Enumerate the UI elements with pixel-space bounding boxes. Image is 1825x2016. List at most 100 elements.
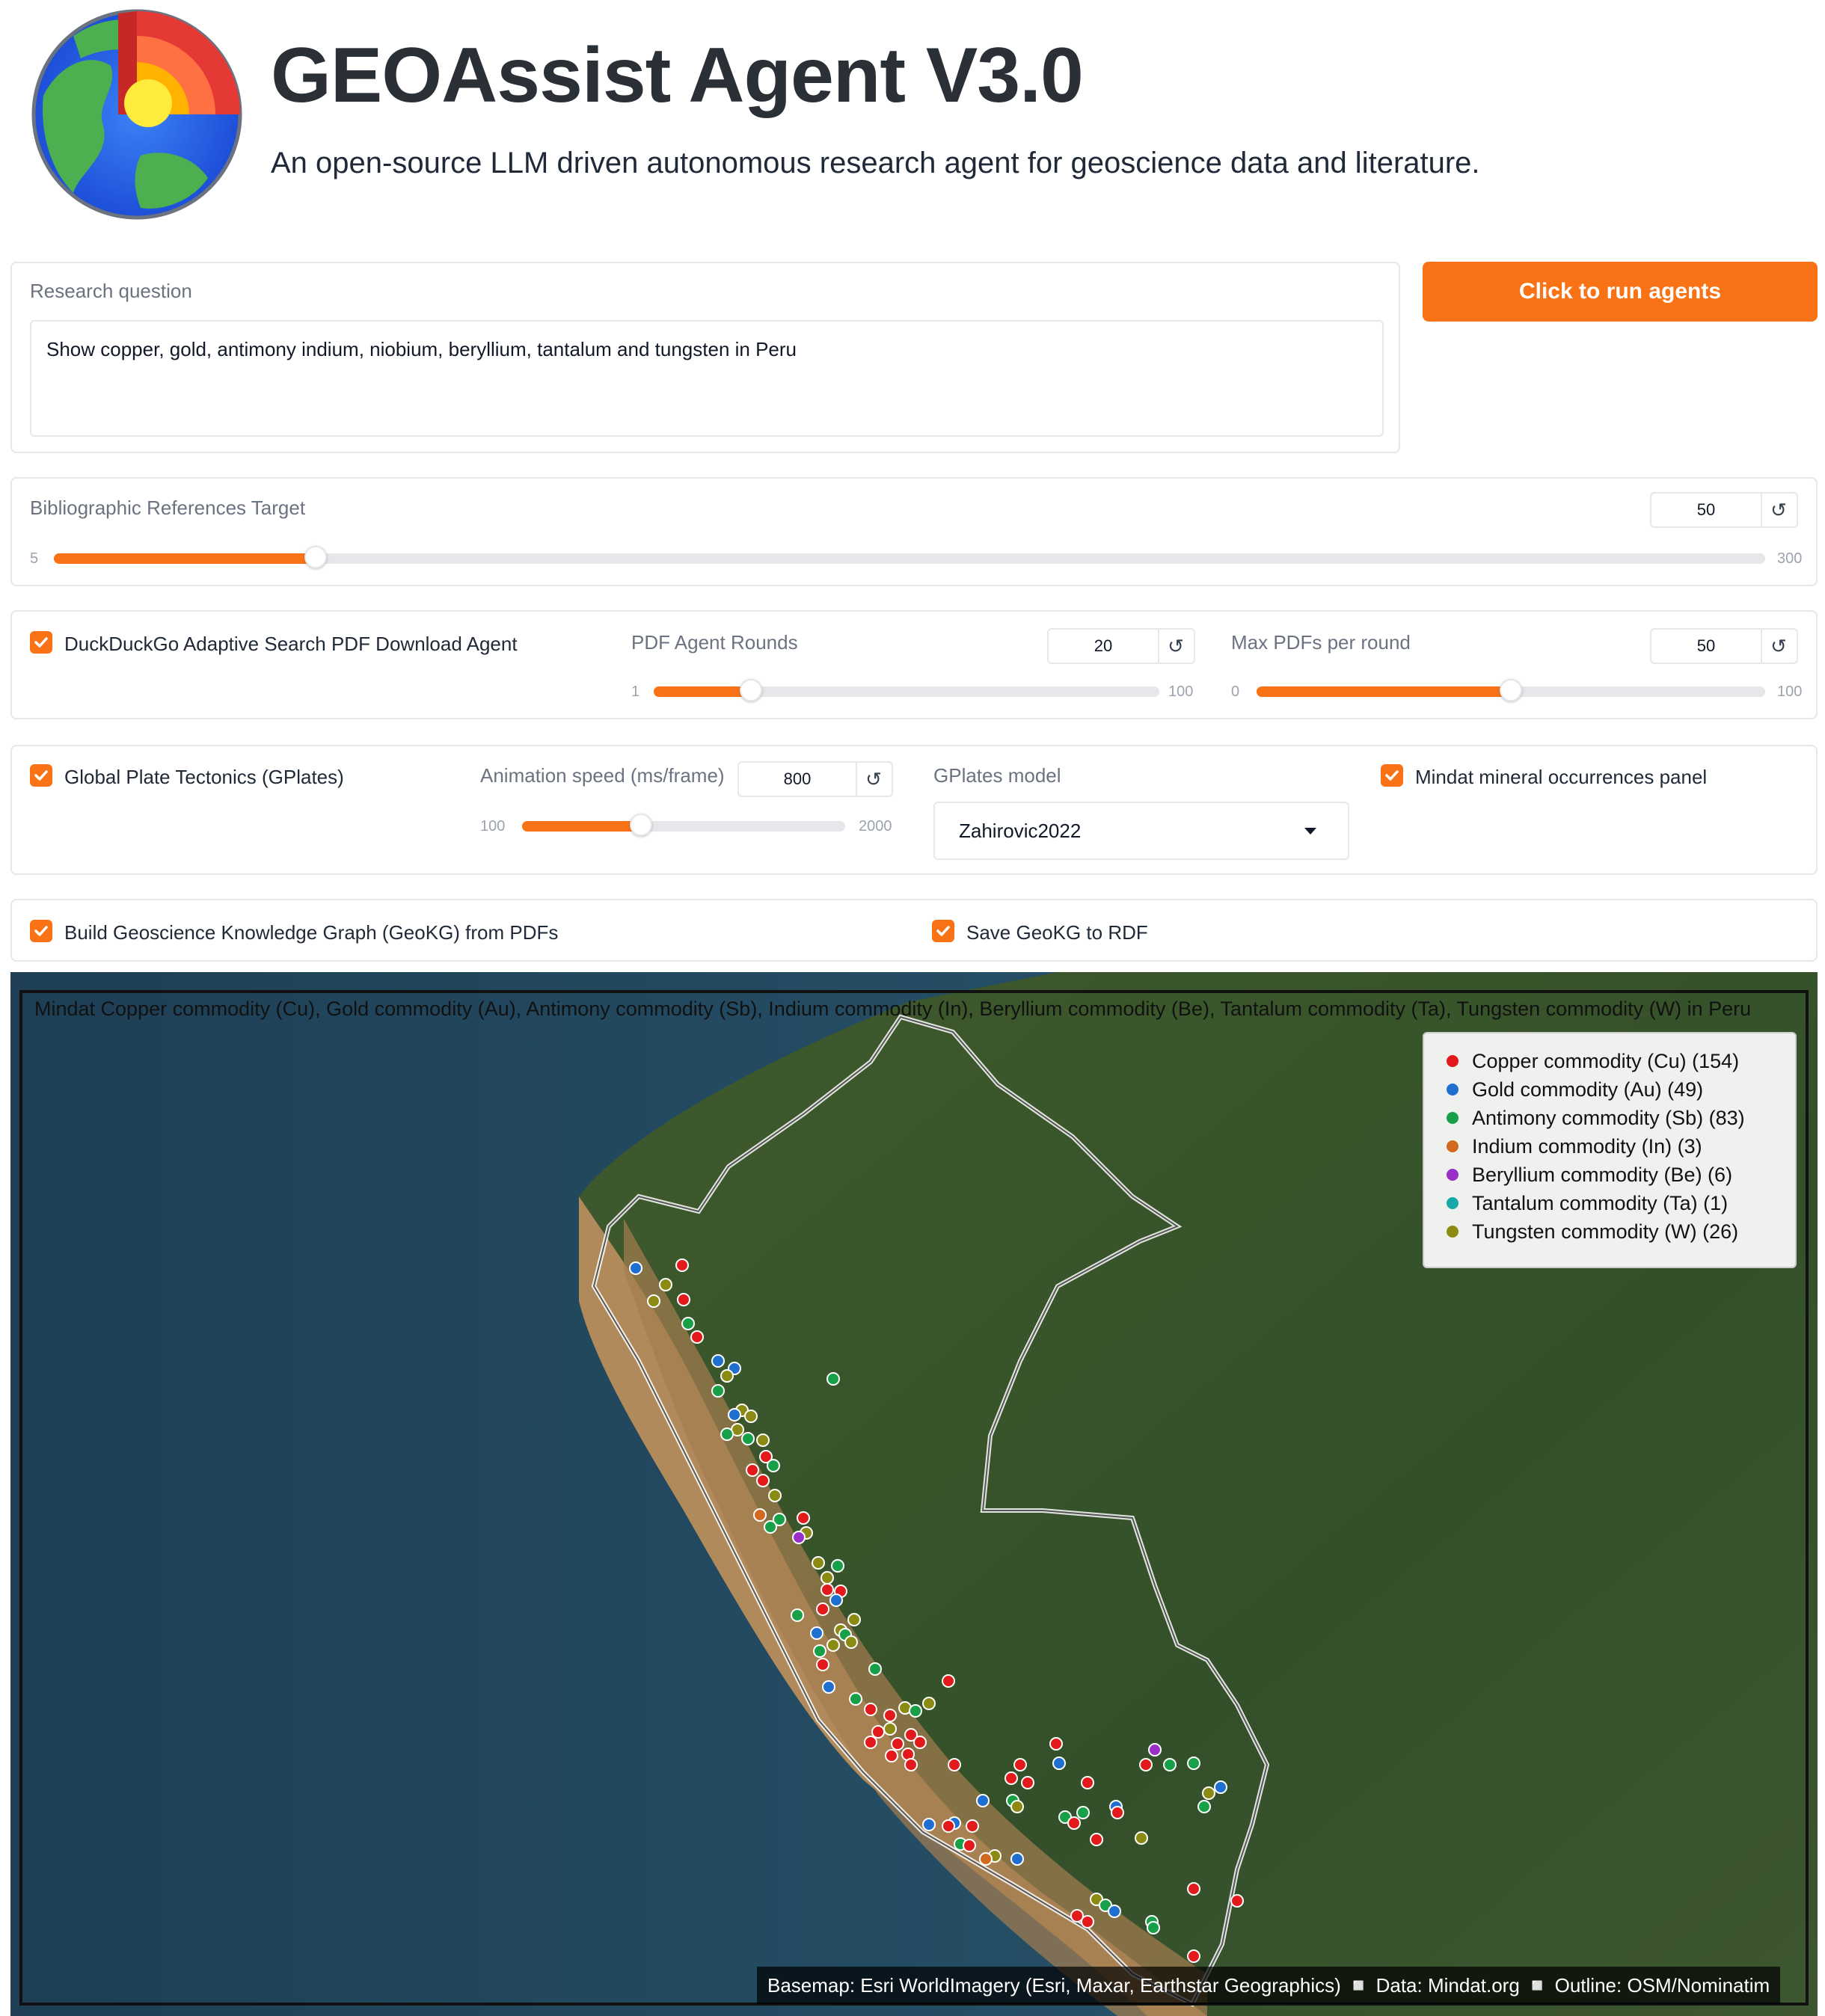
occurrence-marker[interactable] <box>826 1638 840 1652</box>
occurrence-marker[interactable] <box>659 1278 672 1291</box>
occurrence-marker[interactable] <box>791 1608 804 1622</box>
occurrence-marker[interactable] <box>966 1819 979 1833</box>
occurrence-marker[interactable] <box>711 1384 725 1398</box>
occurrence-marker[interactable] <box>768 1489 782 1502</box>
occurrence-marker[interactable] <box>744 1410 758 1423</box>
occurrence-marker[interactable] <box>767 1459 780 1472</box>
occurrence-marker[interactable] <box>756 1474 770 1487</box>
biblio-slider[interactable] <box>54 546 1765 568</box>
occurrence-marker[interactable] <box>1197 1800 1211 1813</box>
occurrence-marker[interactable] <box>1010 1800 1024 1813</box>
occurrence-marker[interactable] <box>816 1602 829 1616</box>
animation-speed-input[interactable]: 800 <box>739 763 857 796</box>
occurrence-marker[interactable] <box>849 1692 862 1706</box>
occurrence-marker[interactable] <box>756 1433 770 1447</box>
build-geokg-checkbox[interactable] <box>30 920 52 942</box>
occurrence-marker[interactable] <box>822 1680 835 1694</box>
occurrence-marker[interactable] <box>909 1704 922 1718</box>
occurrence-marker[interactable] <box>647 1294 660 1308</box>
occurrence-marker[interactable] <box>885 1749 898 1763</box>
occurrence-marker[interactable] <box>1067 1816 1081 1830</box>
occurrence-marker[interactable] <box>1013 1758 1027 1771</box>
reset-icon[interactable]: ↺ <box>1761 494 1797 526</box>
occurrence-marker[interactable] <box>1052 1757 1066 1770</box>
occurrence-marker[interactable] <box>746 1463 759 1477</box>
occurrence-marker[interactable] <box>681 1317 695 1330</box>
occurrence-marker[interactable] <box>1049 1737 1063 1751</box>
occurrence-marker[interactable] <box>864 1736 877 1749</box>
occurrence-marker[interactable] <box>976 1794 990 1807</box>
occurrence-marker[interactable] <box>1010 1852 1024 1866</box>
occurrence-marker[interactable] <box>720 1369 734 1383</box>
occurrence-marker[interactable] <box>844 1635 858 1649</box>
mindat-checkbox[interactable] <box>1381 764 1403 787</box>
occurrence-marker[interactable] <box>741 1432 755 1445</box>
pdf-rounds-slider-thumb[interactable] <box>739 679 762 701</box>
occurrence-marker[interactable] <box>1187 1757 1200 1770</box>
occurrence-marker[interactable] <box>753 1508 767 1522</box>
occurrence-marker[interactable] <box>948 1758 961 1771</box>
occurrence-marker[interactable] <box>913 1736 927 1749</box>
occurrence-marker[interactable] <box>979 1852 993 1866</box>
occurrence-marker[interactable] <box>847 1613 861 1626</box>
occurrence-marker[interactable] <box>1135 1831 1148 1845</box>
occurrence-marker[interactable] <box>816 1658 829 1671</box>
occurrence-marker[interactable] <box>942 1819 955 1833</box>
occurrence-marker[interactable] <box>812 1556 825 1570</box>
occurrence-marker[interactable] <box>1147 1921 1160 1934</box>
run-agents-button[interactable]: Click to run agents <box>1423 262 1818 322</box>
gplates-model-select[interactable]: Zahirovic2022 <box>933 802 1349 860</box>
occurrence-marker[interactable] <box>904 1758 918 1771</box>
animation-speed-slider[interactable] <box>522 814 845 836</box>
occurrence-marker[interactable] <box>728 1408 741 1422</box>
research-question-input[interactable]: Show copper, gold, antimony indium, niob… <box>30 320 1384 437</box>
animation-speed-slider-thumb[interactable] <box>629 814 652 836</box>
max-pdfs-slider[interactable] <box>1257 679 1765 701</box>
occurrence-marker[interactable] <box>922 1697 936 1710</box>
occurrence-marker[interactable] <box>720 1428 734 1441</box>
occurrence-marker[interactable] <box>711 1354 725 1368</box>
occurrence-marker[interactable] <box>1214 1780 1227 1794</box>
occurrence-marker[interactable] <box>1021 1776 1034 1789</box>
occurrence-marker[interactable] <box>1139 1758 1153 1771</box>
occurrence-marker[interactable] <box>1202 1786 1215 1800</box>
occurrence-marker[interactable] <box>1148 1743 1162 1757</box>
occurrence-marker[interactable] <box>829 1594 843 1607</box>
occurrence-marker[interactable] <box>1111 1806 1124 1819</box>
mineral-map[interactable]: Mindat Copper commodity (Cu), Gold commo… <box>10 972 1818 2016</box>
occurrence-marker[interactable] <box>1163 1758 1177 1771</box>
occurrence-marker[interactable] <box>675 1259 689 1272</box>
occurrence-marker[interactable] <box>883 1709 897 1722</box>
occurrence-marker[interactable] <box>1081 1915 1094 1929</box>
occurrence-marker[interactable] <box>792 1531 806 1544</box>
occurrence-marker[interactable] <box>1187 1949 1200 1963</box>
occurrence-marker[interactable] <box>810 1626 823 1640</box>
occurrence-marker[interactable] <box>1004 1771 1018 1785</box>
occurrence-marker[interactable] <box>677 1293 690 1306</box>
gplates-checkbox[interactable] <box>30 764 52 787</box>
occurrence-marker[interactable] <box>1108 1905 1121 1918</box>
pdf-rounds-slider[interactable] <box>654 679 1159 701</box>
occurrence-marker[interactable] <box>797 1511 810 1525</box>
occurrence-marker[interactable] <box>1187 1882 1200 1896</box>
occurrence-marker[interactable] <box>883 1722 897 1736</box>
occurrence-marker[interactable] <box>864 1703 877 1716</box>
save-geokg-checkbox[interactable] <box>932 920 954 942</box>
biblio-slider-thumb[interactable] <box>304 546 328 568</box>
occurrence-marker[interactable] <box>826 1372 840 1386</box>
occurrence-marker[interactable] <box>1230 1894 1244 1908</box>
occurrence-marker[interactable] <box>942 1674 955 1688</box>
occurrence-marker[interactable] <box>764 1520 777 1534</box>
max-pdfs-input[interactable]: 50 <box>1651 630 1762 663</box>
max-pdfs-slider-thumb[interactable] <box>1500 679 1522 701</box>
occurrence-marker[interactable] <box>690 1330 704 1344</box>
occurrence-marker[interactable] <box>1076 1806 1090 1819</box>
occurrence-marker[interactable] <box>922 1818 936 1831</box>
occurrence-marker[interactable] <box>1090 1833 1103 1846</box>
reset-icon[interactable]: ↺ <box>856 763 892 796</box>
occurrence-marker[interactable] <box>868 1662 882 1676</box>
occurrence-marker[interactable] <box>629 1261 642 1275</box>
pdf-rounds-input[interactable]: 20 <box>1049 630 1159 663</box>
occurrence-marker[interactable] <box>1081 1776 1094 1789</box>
occurrence-marker[interactable] <box>831 1559 844 1573</box>
